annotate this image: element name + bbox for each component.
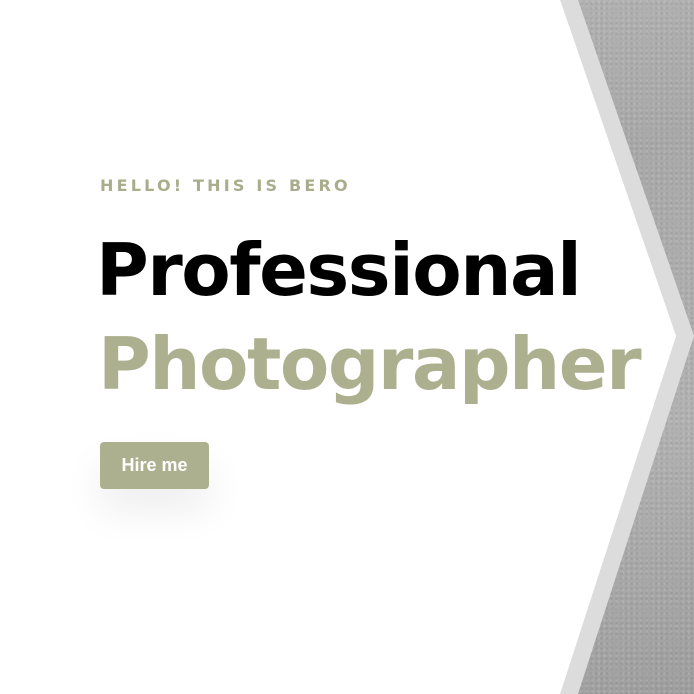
hero-eyebrow: HELLO! THIS IS BERO	[100, 176, 351, 195]
hero-section: HELLO! THIS IS BERO Professional Photogr…	[0, 0, 694, 694]
hero-title-line2: Photographer	[98, 322, 642, 406]
hire-me-button[interactable]: Hire me	[100, 442, 209, 489]
hero-title-line1: Professional	[96, 228, 582, 312]
hero-content: HELLO! THIS IS BERO Professional Photogr…	[96, 0, 694, 694]
